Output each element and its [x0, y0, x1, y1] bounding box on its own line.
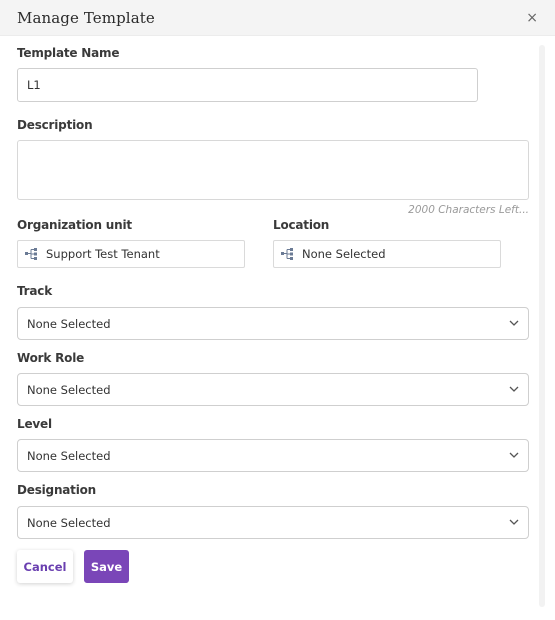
character-counter: 2000 Characters Left...	[408, 204, 529, 216]
location-picker[interactable]: None Selected	[273, 240, 501, 268]
designation-select[interactable]: None Selected	[17, 506, 529, 539]
track-label: Track	[17, 284, 52, 298]
chevron-down-icon	[509, 519, 519, 525]
close-icon[interactable]: ×	[526, 10, 538, 26]
template-name-input[interactable]: L1	[17, 68, 478, 102]
location-label: Location	[273, 218, 330, 232]
chevron-down-icon	[509, 320, 519, 326]
level-value: None Selected	[27, 448, 111, 463]
track-value: None Selected	[27, 316, 111, 331]
organization-unit-value: Support Test Tenant	[46, 247, 160, 261]
dialog-title: Manage Template	[17, 9, 155, 27]
track-select[interactable]: None Selected	[17, 307, 529, 340]
template-name-label: Template Name	[17, 46, 120, 60]
description-label: Description	[17, 118, 93, 132]
dialog-header: Manage Template ×	[0, 0, 555, 36]
level-select[interactable]: None Selected	[17, 439, 529, 472]
organization-unit-picker[interactable]: Support Test Tenant	[17, 240, 245, 268]
designation-label: Designation	[17, 483, 97, 497]
level-label: Level	[17, 417, 52, 431]
chevron-down-icon	[509, 386, 519, 392]
location-value: None Selected	[302, 247, 386, 261]
tree-structure-icon	[281, 248, 293, 260]
work-role-value: None Selected	[27, 382, 111, 397]
tree-structure-icon	[25, 248, 37, 260]
save-button[interactable]: Save	[84, 550, 129, 583]
scrollbar[interactable]	[539, 45, 545, 607]
work-role-label: Work Role	[17, 351, 85, 365]
designation-value: None Selected	[27, 515, 111, 530]
description-textarea[interactable]	[17, 140, 529, 200]
organization-unit-label: Organization unit	[17, 218, 132, 232]
chevron-down-icon	[509, 452, 519, 458]
cancel-button[interactable]: Cancel	[17, 550, 73, 583]
work-role-select[interactable]: None Selected	[17, 373, 529, 406]
